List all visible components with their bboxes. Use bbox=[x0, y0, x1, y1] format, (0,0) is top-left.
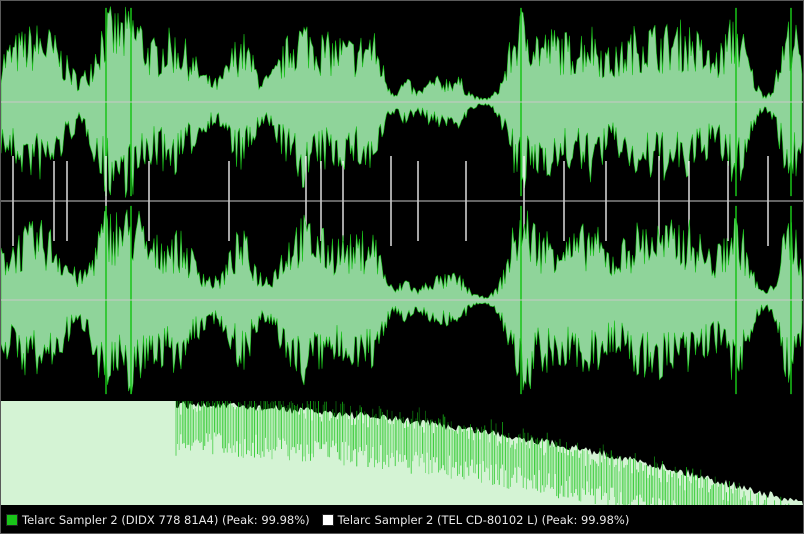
waveform-comparison-viewer: Telarc Sampler 2 (DIDX 778 81A4) (Peak: … bbox=[0, 0, 804, 534]
legend-label-track-a: Telarc Sampler 2 (DIDX 778 81A4) (Peak: … bbox=[22, 513, 310, 527]
legend-item-track-a: Telarc Sampler 2 (DIDX 778 81A4) (Peak: … bbox=[6, 513, 310, 527]
legend-item-track-b: Telarc Sampler 2 (TEL CD-80102 L) (Peak:… bbox=[321, 513, 630, 527]
green-square-swatch-icon bbox=[6, 514, 18, 526]
waveform-canvas bbox=[1, 1, 803, 505]
legend-status-bar: Telarc Sampler 2 (DIDX 778 81A4) (Peak: … bbox=[1, 507, 803, 533]
legend-label-track-b: Telarc Sampler 2 (TEL CD-80102 L) (Peak:… bbox=[337, 513, 630, 527]
white-square-swatch-icon bbox=[321, 514, 334, 526]
